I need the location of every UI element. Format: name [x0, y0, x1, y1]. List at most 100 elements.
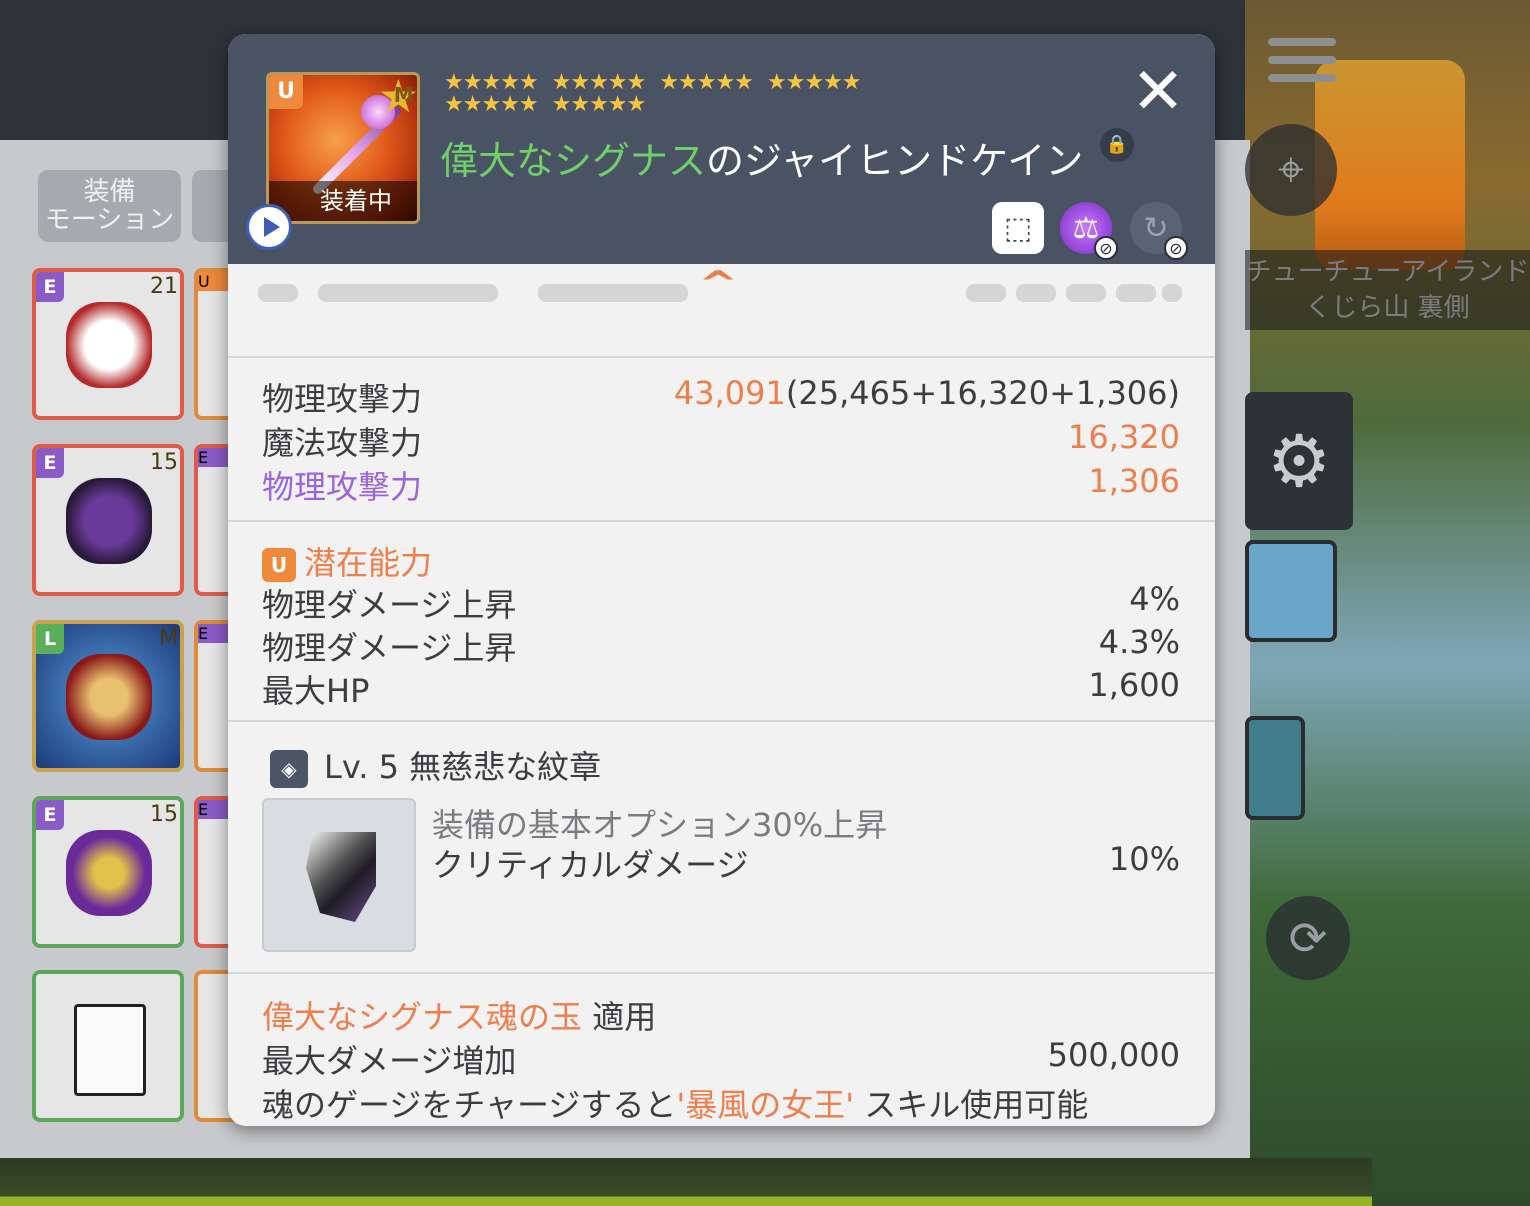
- map-pin-icon[interactable]: ⌖: [1245, 124, 1337, 216]
- potential-value: 4%: [1129, 580, 1180, 618]
- base-stats-section: 物理攻撃力 43,091(25,465+16,320+1,306) 魔法攻撃力 …: [228, 356, 1215, 520]
- map-name-line1: チューチューアイランド: [1245, 257, 1530, 287]
- item-icon: U ★ M 装着中: [266, 72, 420, 224]
- stat-label: 物理攻撃力: [262, 380, 423, 418]
- equipped-label: 装着中: [269, 181, 417, 221]
- emblem-stat-row: クリティカルダメージ 10%: [432, 840, 1180, 884]
- map-name-label: チューチューアイランド くじら山 裏側: [1245, 250, 1530, 330]
- inventory-slot-cape[interactable]: L M: [32, 612, 184, 772]
- potential-row: 物理ダメージ上昇 4%: [262, 580, 1180, 624]
- soul-name: 偉大なシグナス魂の玉: [262, 998, 583, 1036]
- star-group: ★★★★★: [659, 70, 754, 95]
- emblem-desc-row: 装備の基本オプション30%上昇: [432, 800, 1180, 844]
- potential-label: 物理ダメージ上昇: [262, 629, 517, 667]
- stat-row: 魔法攻撃力 16,320: [262, 418, 1180, 462]
- emblem-title: ◈ Lv. 5 無慈悲な紋章: [270, 742, 601, 788]
- potential-title-text: 潜在能力: [304, 544, 433, 582]
- potential-title: U 潜在能力: [262, 538, 432, 584]
- badge-art: [74, 1004, 146, 1096]
- soul-skill-pre: 魂のゲージをチャージすると: [262, 1086, 677, 1124]
- emblem-shape-art: [306, 832, 376, 922]
- swap-icon[interactable]: ⟳: [1266, 896, 1350, 980]
- soul-skill-post: スキル使用可能: [854, 1086, 1089, 1124]
- soul-stat-row: 最大ダメージ増加 500,000: [262, 1036, 1180, 1080]
- emblem-image: [262, 798, 416, 952]
- item-grade-badge: U: [269, 75, 303, 109]
- inventory-slot-belt[interactable]: E 15: [32, 788, 184, 948]
- menu-icon[interactable]: [1268, 38, 1336, 90]
- star-force-label: M: [393, 83, 414, 107]
- stat-label: 魔法攻撃力: [262, 424, 423, 462]
- potential-title-row: U 潜在能力: [262, 538, 1180, 582]
- emblem-icon: ◈: [270, 750, 308, 788]
- potential-row: 最大HP 1,600: [262, 666, 1180, 710]
- soul-section: 偉大なシグナス魂の玉 適用 最大ダメージ増加 500,000 魂のゲージをチャー…: [228, 972, 1215, 1126]
- belt-art: [66, 830, 152, 916]
- soul-skill-name: '暴風の女王': [676, 1086, 855, 1124]
- star-level: 15: [148, 436, 184, 482]
- emblem-stat-value: 10%: [1108, 840, 1180, 878]
- waterfall-art: [1315, 60, 1465, 270]
- grade-badge: E: [36, 272, 64, 302]
- tooltip-header: U ★ M 装着中 ★★★★★ ★★★★★ ★★★★★ ★★★★★ ★★★★★ ★★★★★…: [228, 34, 1215, 264]
- potential-label: 最大HP: [262, 672, 370, 710]
- inventory-slot-hat[interactable]: E 21: [32, 260, 184, 420]
- equip-motion-tab[interactable]: 装備 モーション: [38, 170, 181, 242]
- skill-thumbnail[interactable]: [1245, 716, 1305, 820]
- scroll-up-chevron-icon[interactable]: ^: [698, 264, 738, 304]
- lock-icon[interactable]: 🔒: [1100, 128, 1134, 162]
- close-button[interactable]: ✕: [1128, 60, 1188, 124]
- secondary-tab[interactable]: [192, 170, 232, 242]
- gear-icon[interactable]: ⚙: [1245, 392, 1353, 530]
- disabled-icon: ⊘: [1094, 236, 1118, 260]
- grade-badge: L: [36, 624, 64, 654]
- stat-value-main: 1,306: [1088, 462, 1180, 500]
- equip-motion-tab-label: 装備 モーション: [44, 177, 175, 235]
- stat-value-main: 43,091: [673, 374, 786, 412]
- potential-value: 1,600: [1088, 666, 1180, 704]
- soul-title: 偉大なシグナス魂の玉 適用: [262, 992, 656, 1038]
- soul-title-row: 偉大なシグナス魂の玉 適用: [262, 992, 1180, 1036]
- play-preview-button[interactable]: [246, 204, 292, 250]
- grade-badge: E: [36, 448, 64, 478]
- soul-skill-text: 魂のゲージをチャージすると'暴風の女王' スキル使用可能: [262, 1080, 1088, 1126]
- star-group: ★★★★★: [551, 92, 647, 117]
- emblem-stat-label: クリティカルダメージ: [432, 846, 749, 884]
- inventory-slot-badge[interactable]: [32, 970, 184, 1122]
- soul-stat-label: 最大ダメージ増加: [262, 1042, 517, 1080]
- emblem-title-text: Lv. 5 無慈悲な紋章: [324, 748, 602, 786]
- stat-row: 物理攻撃力 1,306: [262, 462, 1180, 506]
- star-group: ★★★★★: [551, 70, 647, 95]
- stat-value-main: 16,320: [1068, 418, 1180, 456]
- scale-icon[interactable]: ⚖ ⊘: [1060, 202, 1118, 260]
- star-group: ★★★★★: [444, 70, 539, 95]
- stat-value: 43,091(25,465+16,320+1,306): [674, 374, 1180, 412]
- potential-value: 4.3%: [1098, 623, 1180, 661]
- star-group: ★★★★★: [766, 70, 862, 95]
- cape-art: [66, 654, 152, 740]
- emblem-section: ◈ Lv. 5 無慈悲な紋章 装備の基本オプション30%上昇 クリティカルダメージ…: [228, 720, 1215, 972]
- bottom-ground: [0, 1158, 1372, 1206]
- pet-duck-thumbnail[interactable]: [1245, 540, 1337, 642]
- stat-value-detail: (25,465+16,320+1,306): [785, 374, 1180, 412]
- star-force-icon: ★ M: [377, 72, 419, 123]
- soul-stat-value: 500,000: [1047, 1036, 1180, 1074]
- tooltip-body: ^ 物理攻撃力 43,091(25,465+16,320+1,306) 魔法攻撃…: [228, 264, 1215, 1126]
- item-name-prefix: 偉大なシグナス: [440, 139, 707, 183]
- star-level: 15: [148, 788, 184, 834]
- soul-applied: 適用: [592, 998, 657, 1036]
- reset-icon[interactable]: ↻ ⊘: [1130, 202, 1188, 260]
- grade-badge: E: [36, 800, 64, 830]
- soul-skill-row: 魂のゲージをチャージすると'暴風の女王' スキル使用可能: [262, 1080, 1180, 1124]
- star-level: M: [148, 612, 184, 658]
- star-group: ★★★★★: [444, 92, 539, 117]
- potential-label: 物理ダメージ上昇: [262, 586, 517, 624]
- emblem-title-row: ◈ Lv. 5 無慈悲な紋章: [270, 742, 1188, 788]
- disabled-icon: ⊘: [1164, 236, 1188, 260]
- stat-row: 物理攻撃力 43,091(25,465+16,320+1,306): [262, 374, 1180, 418]
- share-box-icon[interactable]: ⬚: [992, 202, 1044, 254]
- potential-row: 物理ダメージ上昇 4.3%: [262, 623, 1180, 667]
- potential-grade-badge: U: [262, 548, 296, 582]
- item-name-suffix: のジャイヒンドケイン: [706, 139, 1084, 183]
- inventory-slot-outfit[interactable]: E 15: [32, 436, 184, 596]
